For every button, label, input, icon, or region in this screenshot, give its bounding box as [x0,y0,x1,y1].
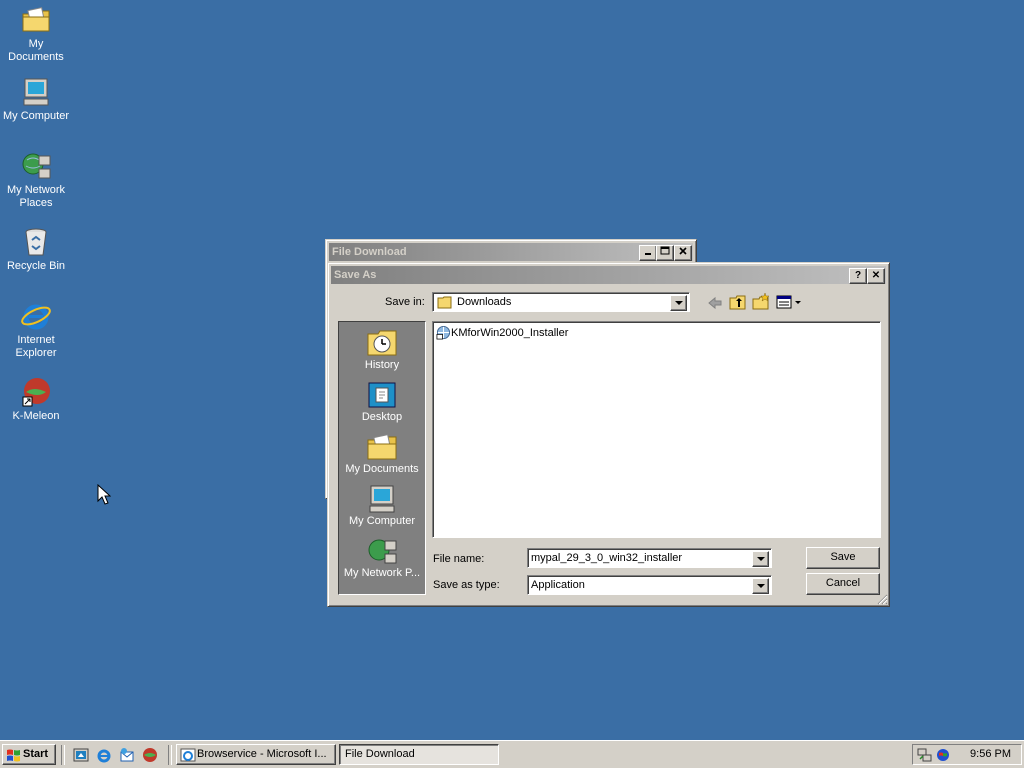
taskbar-task-file-download[interactable]: File Download [339,744,499,765]
place-desktop[interactable]: Desktop [339,380,425,423]
resize-grip-icon[interactable] [876,593,888,605]
desktop-icon-label: My Documents [8,38,64,63]
internet-explorer-icon[interactable] [96,747,112,763]
file-name-label: File name: [433,553,485,565]
desktop-icon-my-documents[interactable]: My Documents [0,4,72,64]
cancel-button[interactable]: Cancel [806,573,880,595]
up-folder-icon[interactable] [729,294,747,310]
k-meleon-icon [22,378,50,407]
computer-icon [23,78,49,106]
desktop-icon-recycle-bin[interactable]: Recycle Bin [0,226,72,273]
new-folder-icon[interactable] [752,293,770,310]
clock: 9:56 PM [970,748,1011,760]
save-as-type-select[interactable]: Application [527,575,772,595]
save-in-value: Downloads [457,296,512,308]
internet-explorer-icon [180,748,196,762]
place-label: My Network P... [343,567,421,579]
help-button[interactable]: ? [849,268,867,284]
desktop-icon-label: My Network Places [6,184,66,209]
minimize-icon [645,253,651,255]
desktop-icon-label: My Computer [2,110,70,122]
place-my-computer[interactable]: My Computer [339,484,425,527]
network-places-icon [368,539,397,564]
computer-icon [369,485,395,513]
file-download-titlebar[interactable]: File Download [329,243,693,261]
desktop-icon-label: Recycle Bin [6,260,66,272]
taskbar-separator [61,745,65,765]
minimize-button[interactable] [639,245,657,261]
save-in-combo[interactable]: Downloads [432,292,690,312]
internet-explorer-icon [21,304,51,330]
taskbar: Start Browservice - Microsoft I... File … [0,740,1024,768]
save-in-dropdown-arrow[interactable] [670,295,687,311]
dialog-close-button[interactable]: ✕ [867,268,885,284]
desktop-icon-k-meleon[interactable]: K-Meleon [0,376,72,423]
start-button[interactable]: Start [2,744,56,765]
file-name-dropdown-arrow[interactable] [752,551,769,567]
save-in-label: Save in: [385,296,425,308]
recycle-bin-icon [25,228,47,256]
save-as-type-value: Application [531,579,585,591]
file-download-title: File Download [332,246,407,258]
place-label: My Documents [345,463,419,475]
desktop-icon-my-network-places[interactable]: My Network Places [0,150,72,210]
desktop-icon-label: Internet Explorer [15,334,57,359]
desktop-icon [368,382,396,408]
desktop-icon-my-computer[interactable]: My Computer [0,76,72,123]
folder-documents-icon [22,7,50,32]
file-name-input[interactable]: mypal_29_3_0_win32_installer [527,548,772,568]
show-desktop-icon[interactable] [73,747,89,763]
windows-update-tray-icon[interactable] [935,747,951,763]
save-as-title: Save As [334,269,377,281]
file-list[interactable]: KMforWin2000_Installer [432,321,881,538]
view-menu-icon[interactable] [776,295,802,309]
task-label: Browservice - Microsoft I... [197,748,327,760]
maximize-icon [660,246,670,255]
desktop-icon-internet-explorer[interactable]: Internet Explorer [0,300,72,360]
installer-file-icon [436,325,451,340]
save-as-type-label: Save as type: [433,579,500,591]
file-name-value: mypal_29_3_0_win32_installer [531,552,683,564]
history-icon [367,330,397,356]
windows-logo-icon [7,749,20,762]
places-bar: History Desktop My Documents My Computer… [338,321,426,595]
close-button[interactable] [674,245,692,261]
place-my-network-places[interactable]: My Network P... [339,536,425,579]
task-label: File Download [345,748,415,760]
save-as-titlebar[interactable]: Save As ? ✕ [331,266,886,284]
mouse-cursor-icon [97,484,111,505]
desktop-icon-label: K-Meleon [12,410,60,422]
place-label: Desktop [361,411,403,423]
taskbar-separator [168,745,172,765]
save-button[interactable]: Save [806,547,880,569]
system-tray: 9:56 PM [912,744,1022,765]
save-as-dialog[interactable]: Save As ? ✕ Save in: Downloads History D… [327,262,890,607]
save-as-type-dropdown-arrow[interactable] [752,578,769,594]
network-tray-icon[interactable] [917,747,933,763]
close-icon [679,247,687,255]
outlook-express-icon[interactable] [119,747,135,763]
maximize-button[interactable] [656,245,674,261]
taskbar-task-browservice[interactable]: Browservice - Microsoft I... [176,744,336,765]
start-label: Start [23,748,49,760]
k-meleon-icon[interactable] [142,747,158,763]
back-arrow-icon[interactable] [707,296,723,310]
file-name: KMforWin2000_Installer [451,327,569,339]
place-my-documents[interactable]: My Documents [339,432,425,475]
network-places-icon [22,153,51,179]
folder-icon [437,296,452,309]
place-label: My Computer [348,515,416,527]
folder-documents-icon [367,434,397,460]
place-label: History [364,359,400,371]
place-history[interactable]: History [339,328,425,371]
